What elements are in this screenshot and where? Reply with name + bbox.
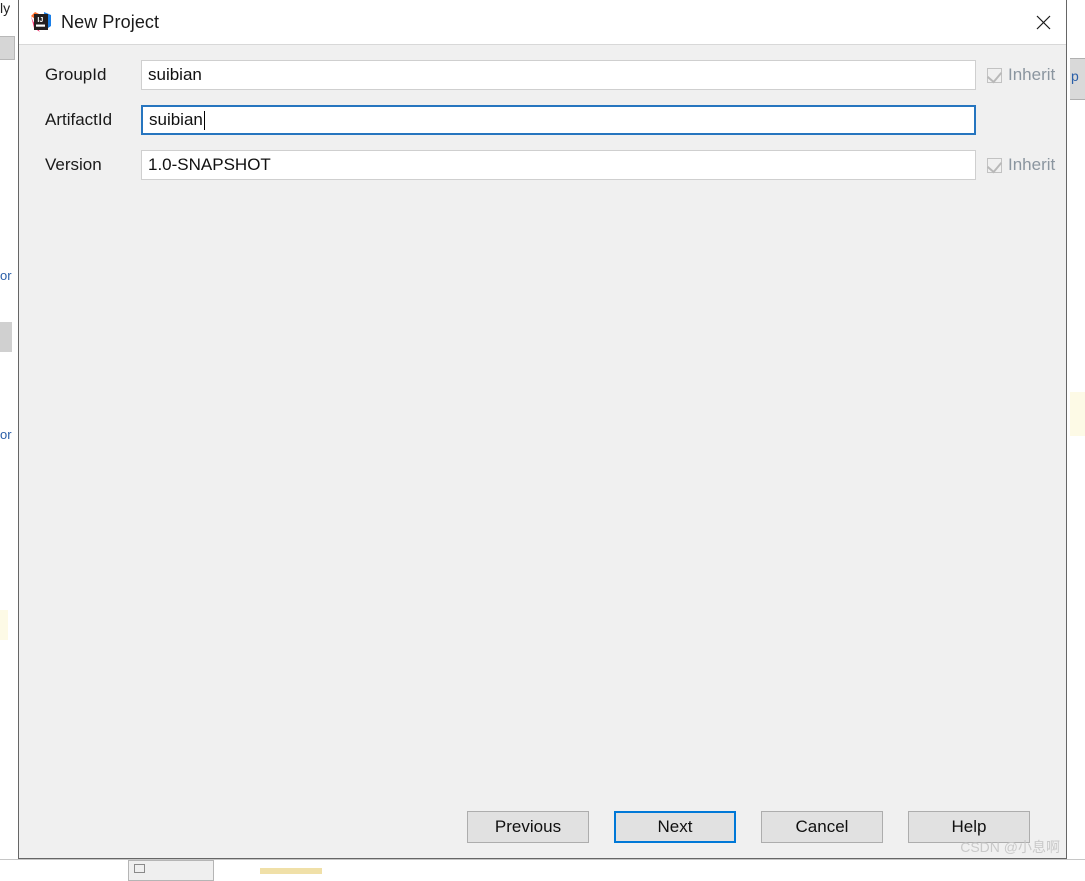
background-left-tab-text: ly [0, 0, 11, 16]
groupid-input-value: suibian [148, 65, 202, 84]
dialog-titlebar[interactable]: IJ New Project [19, 0, 1066, 44]
checkmark-icon [986, 67, 1003, 83]
background-right-text-fragment: p [1071, 68, 1079, 84]
help-button[interactable]: Help [908, 811, 1030, 843]
form-row-version: Version 1.0-SNAPSHOT Inherit [19, 150, 1066, 180]
dialog-button-bar: Previous Next Cancel Help CSDN @小息啊 [19, 796, 1066, 858]
close-button[interactable] [1020, 0, 1066, 44]
background-bottom-highlight [260, 868, 322, 874]
new-project-dialog: IJ New Project GroupId suibian Inherit A… [18, 0, 1067, 859]
close-icon [1036, 15, 1050, 29]
artifactid-input[interactable]: suibian [141, 105, 976, 135]
groupid-label: GroupId [45, 65, 107, 84]
version-label: Version [45, 155, 102, 174]
dialog-title: New Project [61, 11, 160, 32]
dialog-content: GroupId suibian Inherit ArtifactId suibi… [19, 45, 1066, 796]
background-right-highlight [1070, 392, 1085, 436]
version-inherit-checkbox[interactable] [986, 157, 1003, 173]
form-row-groupid: GroupId suibian Inherit [19, 60, 1066, 90]
background-left-text-fragment-1: or [0, 268, 12, 283]
version-inherit-group[interactable]: Inherit [986, 155, 1056, 175]
background-bottom-toolbar-icon [134, 864, 145, 873]
background-left-tab-box [0, 36, 15, 60]
groupid-inherit-label: Inherit [1008, 65, 1056, 84]
version-inherit-label: Inherit [1008, 155, 1056, 174]
form-row-artifactid: ArtifactId suibian Inherit [19, 105, 1066, 135]
groupid-inherit-group[interactable]: Inherit [986, 65, 1056, 85]
version-input-value: 1.0-SNAPSHOT [148, 155, 271, 174]
previous-button[interactable]: Previous [467, 811, 589, 843]
next-button[interactable]: Next [614, 811, 736, 843]
text-caret [203, 110, 205, 130]
groupid-input[interactable]: suibian [141, 60, 976, 90]
background-left-scrollbar[interactable] [0, 322, 12, 352]
intellij-idea-icon: IJ [31, 12, 51, 32]
version-input[interactable]: 1.0-SNAPSHOT [141, 150, 976, 180]
svg-text:IJ: IJ [37, 17, 43, 24]
cancel-button[interactable]: Cancel [761, 811, 883, 843]
background-left-highlight [0, 610, 8, 640]
checkmark-icon [986, 157, 1003, 173]
groupid-inherit-checkbox[interactable] [986, 67, 1003, 83]
background-left-text-fragment-2: or [0, 427, 12, 442]
artifactid-input-value: suibian [149, 110, 203, 129]
artifactid-label: ArtifactId [45, 110, 113, 129]
